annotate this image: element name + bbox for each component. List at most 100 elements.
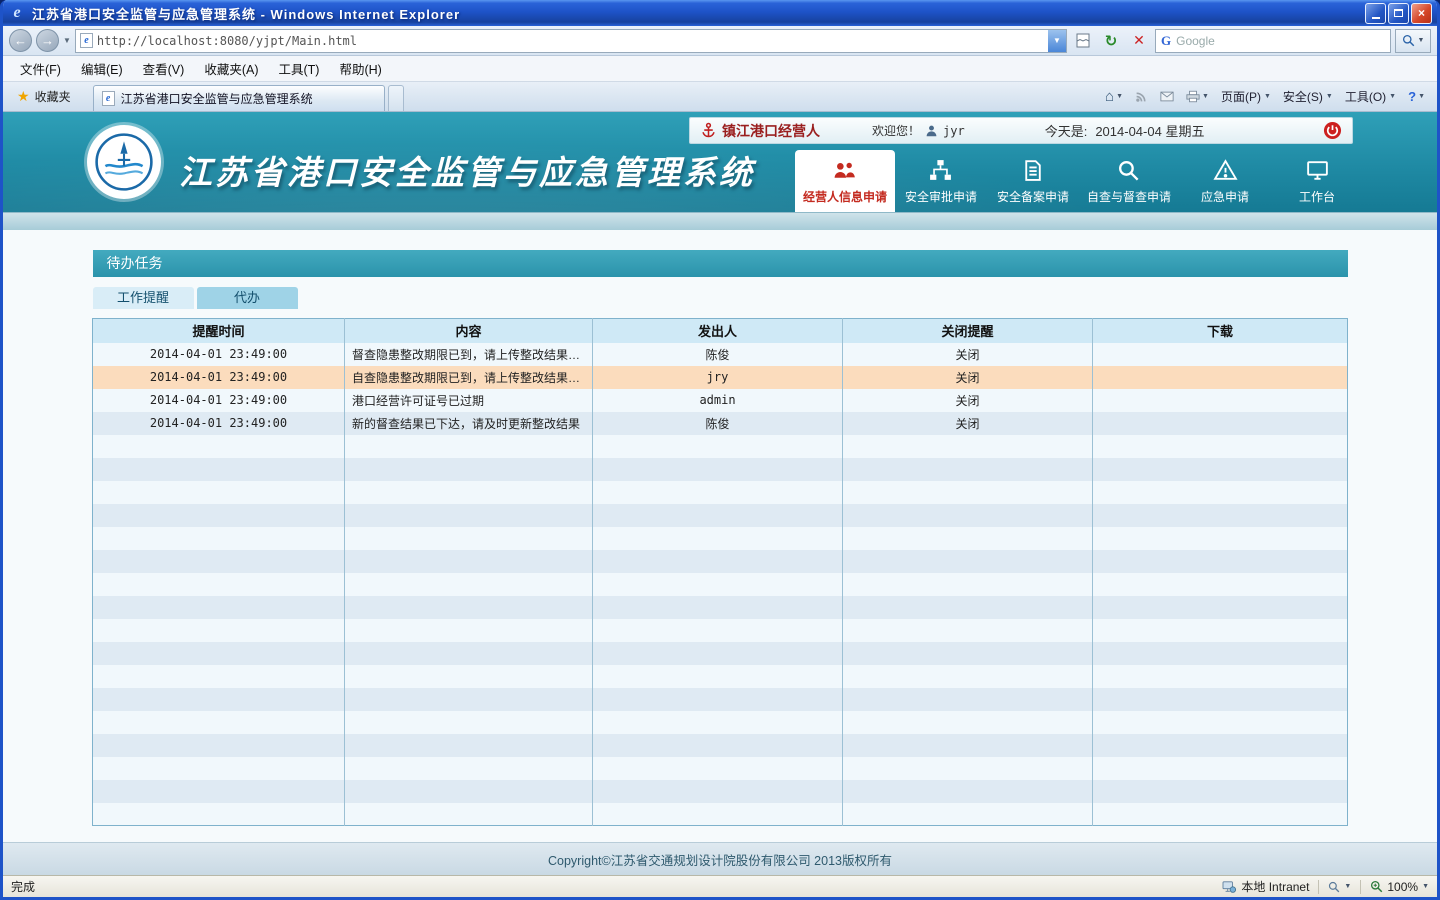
cell-sender: 陈俊 bbox=[593, 412, 843, 435]
feeds-button[interactable] bbox=[1135, 90, 1148, 103]
empty-row bbox=[93, 688, 1348, 711]
close-reminder-link[interactable]: 关闭 bbox=[955, 417, 979, 431]
cell-download bbox=[1093, 412, 1348, 435]
nav-item-5[interactable]: 工作台 bbox=[1271, 156, 1363, 212]
empty-row bbox=[93, 803, 1348, 826]
cell-close: 关闭 bbox=[843, 343, 1093, 366]
menu-item[interactable]: 收藏夹(A) bbox=[195, 56, 267, 81]
address-dropdown-icon[interactable]: ▼ bbox=[1048, 30, 1066, 52]
chevron-down-icon: ▼ bbox=[1418, 37, 1425, 44]
compatibility-view-button[interactable] bbox=[1071, 29, 1095, 53]
anchor-icon bbox=[700, 122, 717, 139]
address-bar: ← → ▼ e ▼ ↻ ✕ G ▼ bbox=[3, 26, 1437, 56]
menu-item[interactable]: 工具(T) bbox=[269, 56, 328, 81]
todo-tab-1[interactable]: 代办 bbox=[197, 287, 298, 309]
forward-button[interactable]: → bbox=[36, 29, 59, 52]
cell-sender: jry bbox=[593, 366, 843, 389]
window-title: 江苏省港口安全监管与应急管理系统 - Windows Internet Expl… bbox=[32, 4, 1359, 23]
zoom-value: 100% bbox=[1387, 880, 1418, 894]
chevron-down-icon: ▼ bbox=[1202, 93, 1209, 100]
cell-reminder-time: 2014-04-01 23:49:00 bbox=[93, 366, 345, 389]
nav-item-1[interactable]: 安全审批申请 bbox=[895, 156, 987, 212]
warning-icon bbox=[1213, 158, 1238, 183]
cell-reminder-time: 2014-04-01 23:49:00 bbox=[93, 389, 345, 412]
cell-download bbox=[1093, 343, 1348, 366]
page-viewport: 江苏省港口安全监管与应急管理系统 镇江港口经营人 欢迎您！ jyr 今天是: 2… bbox=[3, 112, 1437, 875]
protected-mode-button[interactable]: ▼ bbox=[1328, 881, 1351, 893]
search-input[interactable] bbox=[1176, 34, 1385, 48]
cell-close: 关闭 bbox=[843, 389, 1093, 412]
search-button[interactable]: ▼ bbox=[1395, 29, 1431, 53]
table-row[interactable]: 2014-04-01 23:49:00督查隐患整改期限已到，请上传整改结果…陈俊… bbox=[93, 343, 1348, 366]
tab-title: 江苏省港口安全监管与应急管理系统 bbox=[121, 90, 313, 107]
command-button[interactable]: 工具(O)▼ bbox=[1345, 88, 1396, 105]
table-row[interactable]: 2014-04-01 23:49:00新的督查结果已下达，请及时更新整改结果陈俊… bbox=[93, 412, 1348, 435]
nav-item-4[interactable]: 应急申请 bbox=[1179, 156, 1271, 212]
todo-tab-0[interactable]: 工作提醒 bbox=[93, 287, 194, 309]
close-reminder-link[interactable]: 关闭 bbox=[955, 394, 979, 408]
minimize-button[interactable] bbox=[1365, 3, 1386, 24]
empty-row bbox=[93, 734, 1348, 757]
menu-item[interactable]: 帮助(H) bbox=[330, 56, 390, 81]
cell-content: 港口经营许可证号已过期 bbox=[345, 389, 593, 412]
google-icon: G bbox=[1161, 33, 1171, 49]
page-footer: Copyright©江苏省交通规划设计院股份有限公司 2013版权所有 bbox=[3, 842, 1437, 875]
zone-label: 本地 Intranet bbox=[1241, 878, 1309, 895]
tab-favicon: e bbox=[102, 91, 115, 106]
column-header: 发出人 bbox=[593, 319, 843, 343]
cell-content: 自查隐患整改期限已到，请上传整改结果… bbox=[345, 366, 593, 389]
close-button[interactable]: × bbox=[1411, 3, 1432, 24]
favorites-label: 收藏夹 bbox=[35, 88, 71, 105]
browser-window: e 江苏省港口安全监管与应急管理系统 - Windows Internet Ex… bbox=[0, 0, 1440, 900]
logout-button[interactable] bbox=[1323, 121, 1342, 140]
history-dropdown-icon[interactable]: ▼ bbox=[63, 36, 71, 45]
main-content: 待办任务 工作提醒代办 提醒时间内容发出人关闭提醒下载 2014-04-01 2… bbox=[3, 230, 1437, 826]
empty-row bbox=[93, 527, 1348, 550]
home-button[interactable]: ⌂▼ bbox=[1105, 88, 1123, 105]
refresh-button[interactable]: ↻ bbox=[1099, 29, 1123, 53]
nav-item-2[interactable]: 安全备案申请 bbox=[987, 156, 1079, 212]
command-button[interactable]: 页面(P)▼ bbox=[1221, 88, 1271, 105]
back-button[interactable]: ← bbox=[9, 29, 32, 52]
menu-item[interactable]: 查看(V) bbox=[134, 56, 194, 81]
url-input[interactable] bbox=[97, 34, 1044, 48]
main-nav: 经营人信息申请安全审批申请安全备案申请自查与督查申请应急申请工作台 bbox=[795, 150, 1363, 212]
close-reminder-link[interactable]: 关闭 bbox=[955, 371, 979, 385]
browser-tab[interactable]: e 江苏省港口安全监管与应急管理系统 bbox=[93, 85, 385, 111]
menu-item[interactable]: 编辑(E) bbox=[72, 56, 132, 81]
port-logo bbox=[87, 125, 161, 199]
maximize-button[interactable] bbox=[1388, 3, 1409, 24]
people-icon bbox=[832, 158, 857, 183]
cell-sender: 陈俊 bbox=[593, 343, 843, 366]
date-label: 今天是: bbox=[1045, 121, 1088, 140]
new-tab-button[interactable] bbox=[388, 85, 404, 111]
address-field[interactable]: e ▼ bbox=[75, 29, 1067, 53]
table-row[interactable]: 2014-04-01 23:49:00自查隐患整改期限已到，请上传整改结果…jr… bbox=[93, 366, 1348, 389]
status-bar: 完成 本地 Intranet ▼ 100% ▼ bbox=[3, 875, 1437, 897]
help-button[interactable]: ?▼ bbox=[1408, 89, 1425, 104]
read-mail-button[interactable] bbox=[1160, 91, 1174, 102]
menu-item[interactable]: 文件(F) bbox=[11, 56, 70, 81]
close-reminder-link[interactable]: 关闭 bbox=[955, 348, 979, 362]
favorites-bar: ★ 收藏夹 e 江苏省港口安全监管与应急管理系统 ⌂▼ ▼ 页面(P)▼ 安全(S… bbox=[3, 82, 1437, 112]
magnifier-icon bbox=[1116, 158, 1141, 183]
nav-item-3[interactable]: 自查与督查申请 bbox=[1079, 156, 1179, 212]
chevron-down-icon: ▼ bbox=[1418, 93, 1425, 100]
empty-row bbox=[93, 642, 1348, 665]
cell-reminder-time: 2014-04-01 23:49:00 bbox=[93, 343, 345, 366]
search-box[interactable]: G bbox=[1155, 29, 1391, 53]
column-header: 下载 bbox=[1093, 319, 1348, 343]
print-button[interactable]: ▼ bbox=[1186, 90, 1209, 103]
zoom-control[interactable]: 100% ▼ bbox=[1370, 880, 1429, 894]
command-button[interactable]: 安全(S)▼ bbox=[1283, 88, 1333, 105]
nav-item-0[interactable]: 经营人信息申请 bbox=[795, 150, 895, 212]
welcome-label: 欢迎您！ bbox=[872, 122, 920, 139]
favorites-button[interactable]: ★ 收藏夹 bbox=[9, 85, 79, 108]
cell-download bbox=[1093, 389, 1348, 412]
section-title: 待办任务 bbox=[93, 250, 1348, 277]
user-strip: 镇江港口经营人 欢迎您！ jyr 今天是: 2014-04-04 星期五 bbox=[689, 117, 1353, 144]
cell-content: 新的督查结果已下达，请及时更新整改结果 bbox=[345, 412, 593, 435]
table-row[interactable]: 2014-04-01 23:49:00港口经营许可证号已过期admin关闭 bbox=[93, 389, 1348, 412]
cell-download bbox=[1093, 366, 1348, 389]
stop-button[interactable]: ✕ bbox=[1127, 29, 1151, 53]
